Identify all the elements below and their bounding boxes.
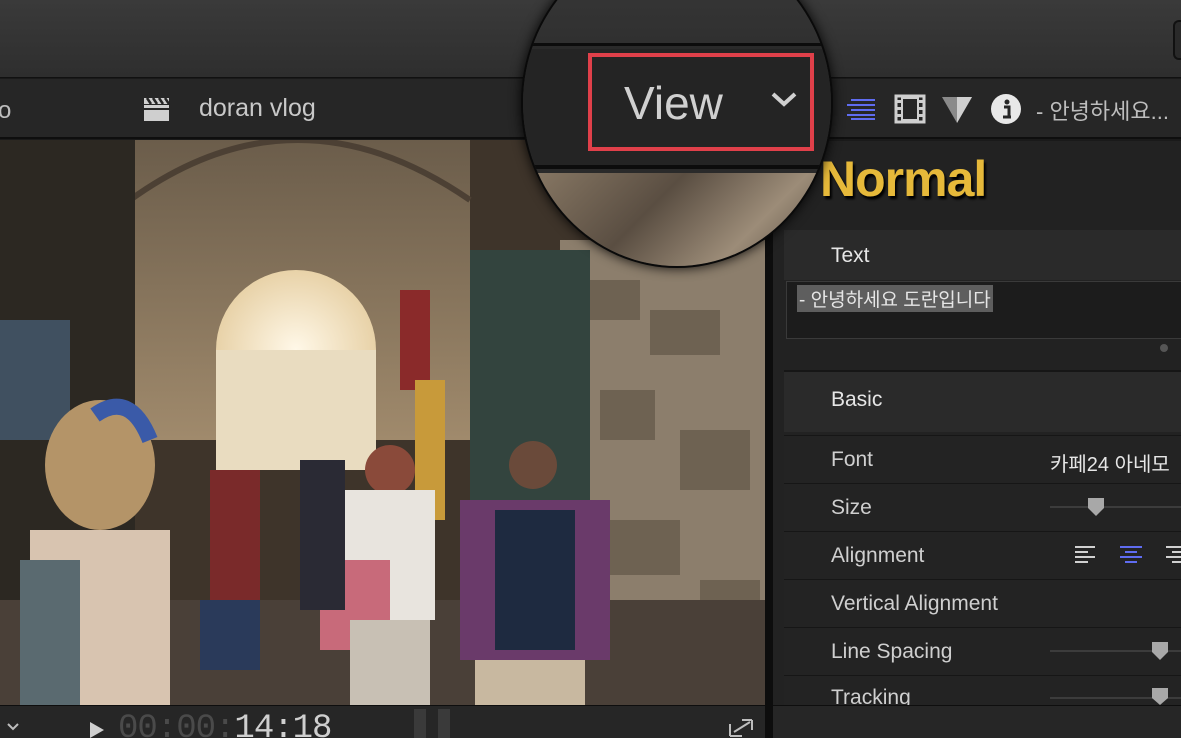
align-right-icon[interactable] (1164, 544, 1181, 564)
timecode-value: 14:18 (234, 710, 332, 738)
view-menu-button[interactable]: View (624, 76, 723, 130)
filter-triangle-icon[interactable] (940, 95, 974, 125)
app-window: o doran vlog - 안녕하세요... 00:00:14:18 Norm… (0, 0, 1181, 738)
text-area-resize-handle[interactable] (1160, 344, 1168, 352)
window-control[interactable] (1173, 20, 1181, 60)
align-center-icon[interactable] (1118, 544, 1144, 564)
inspector-title: - 안녕하세요... (1036, 99, 1169, 124)
pause-bars-icon (414, 709, 450, 738)
line-spacing-slider-knob[interactable] (1150, 640, 1170, 662)
play-icon[interactable] (88, 722, 106, 738)
text-inspector-icon[interactable] (845, 97, 877, 121)
alignment-label: Alignment (831, 544, 925, 567)
info-icon[interactable] (990, 93, 1022, 125)
video-inspector-icon[interactable] (894, 94, 926, 124)
vertical-alignment-label: Vertical Alignment (831, 592, 998, 615)
size-label: Size (831, 496, 872, 519)
size-slider-knob[interactable] (1086, 496, 1106, 518)
chevron-down-icon[interactable] (6, 722, 20, 732)
size-slider[interactable] (1050, 506, 1181, 508)
project-name[interactable]: doran vlog (199, 94, 316, 123)
line-spacing-label: Line Spacing (831, 640, 953, 663)
font-label: Font (831, 448, 874, 471)
viewer-footer (0, 705, 765, 738)
magnified-title-bar (523, 0, 831, 46)
timecode-display: 00:00:14:18 (118, 710, 332, 738)
inspector-footer (773, 705, 1181, 738)
align-left-icon[interactable] (1073, 544, 1097, 564)
magnified-video (523, 173, 831, 266)
text-input-value[interactable]: - 안녕하세요 도란입니다 (797, 285, 993, 312)
tracking-slider-knob[interactable] (1150, 686, 1170, 706)
fullscreen-icon[interactable] (728, 718, 754, 738)
view-chevron-down-icon[interactable] (769, 90, 799, 110)
timecode-leading: 00:00: (118, 710, 235, 738)
clapperboard-icon (144, 97, 170, 121)
clipped-label: o (0, 97, 12, 124)
basic-section-label: Basic (831, 388, 883, 411)
font-popup[interactable]: 카페24 아네모 (1050, 448, 1170, 477)
text-section-label: Text (831, 244, 870, 267)
text-style-preview[interactable]: Normal (820, 150, 987, 208)
